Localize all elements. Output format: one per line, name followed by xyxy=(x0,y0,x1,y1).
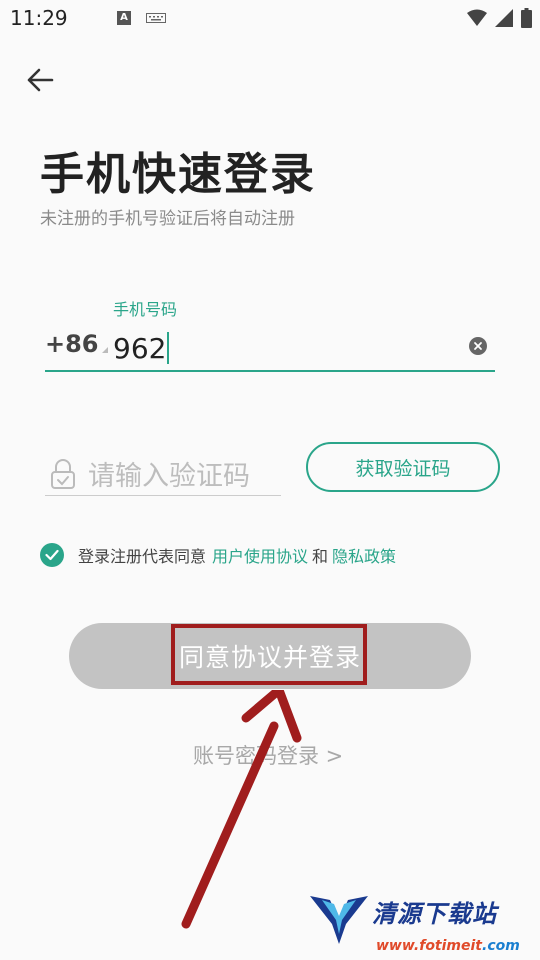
battery-icon xyxy=(521,8,532,28)
watermark-name: 清源下载站 xyxy=(372,900,497,928)
signal-icon xyxy=(495,9,513,27)
phone-input[interactable]: 962 xyxy=(113,328,443,368)
check-icon xyxy=(45,549,59,561)
agreement-prefix: 登录注册代表同意 xyxy=(78,547,207,566)
page-title: 手机快速登录 xyxy=(40,149,316,200)
privacy-policy-link[interactable]: 隐私政策 xyxy=(332,543,396,567)
lock-icon xyxy=(51,459,75,489)
text-cursor xyxy=(167,332,170,364)
get-code-button[interactable]: 获取验证码 xyxy=(306,442,500,492)
caret-icon xyxy=(101,347,108,353)
status-time: 11:29 xyxy=(10,6,68,30)
wifi-icon xyxy=(467,9,487,26)
phone-label: 手机号码 xyxy=(113,300,178,319)
phone-value: 962 xyxy=(113,331,167,365)
arrow-left-icon xyxy=(27,68,54,92)
annotation-highlight-box xyxy=(171,624,367,685)
country-code: +86 xyxy=(45,330,99,358)
watermark-url-prefix: www.fotimeit xyxy=(376,938,482,954)
watermark-url-suffix: .com xyxy=(482,938,520,954)
clear-icon[interactable] xyxy=(469,337,487,355)
code-input[interactable]: 请输入验证码 xyxy=(88,454,250,493)
back-button[interactable] xyxy=(22,62,58,98)
country-code-selector[interactable]: +86 xyxy=(45,330,108,358)
agreement-checkbox[interactable] xyxy=(40,543,64,567)
status-bar: 11:29 A xyxy=(0,0,540,36)
agreement-row: 登录注册代表同意 用户使用协议 和 隐私政策 xyxy=(40,542,396,568)
watermark-url: www.fotimeit.com xyxy=(376,938,520,954)
annotation-arrow xyxy=(181,690,302,929)
a-icon: A xyxy=(117,11,131,25)
user-agreement-link[interactable]: 用户使用协议 xyxy=(212,543,308,567)
close-icon xyxy=(474,342,482,350)
status-icons xyxy=(467,8,532,28)
page-subtitle: 未注册的手机号验证后将自动注册 xyxy=(40,209,295,229)
watermark: 清源下载站 www.fotimeit.com xyxy=(308,886,528,958)
phone-field[interactable]: +86 962 xyxy=(45,326,495,372)
verification-code-field[interactable]: 请输入验证码 xyxy=(45,450,281,496)
logo-icon xyxy=(310,896,368,944)
agreement-and: 和 xyxy=(312,547,329,566)
keyboard-icon xyxy=(146,13,166,23)
